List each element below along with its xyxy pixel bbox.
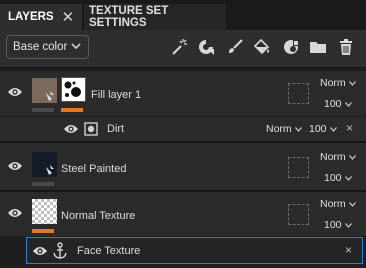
blend-mode-select[interactable]: Norm	[266, 123, 302, 135]
opacity-value: 100	[324, 172, 342, 184]
chevron-down-icon	[294, 126, 302, 132]
mask-color-tag	[61, 108, 83, 112]
opacity-value: 100	[324, 219, 342, 231]
channel-select-value: Base color	[13, 41, 68, 53]
opacity-value: 100	[324, 98, 342, 110]
paint-brush-icon[interactable]	[226, 38, 244, 56]
divider	[0, 67, 366, 68]
eye-icon[interactable]	[7, 160, 23, 172]
layer-options-placeholder	[288, 157, 309, 178]
layers-toolbar: Base color	[0, 30, 366, 67]
tab-texture-set-settings[interactable]: TEXTURE SET SETTINGS	[84, 4, 226, 30]
opacity-select[interactable]: 100	[324, 219, 352, 231]
folder-icon[interactable]	[309, 38, 327, 56]
effect-row-dirt[interactable]: Dirt Norm 100 ×	[0, 117, 366, 141]
magic-wand-icon[interactable]	[170, 38, 188, 56]
mask-thumbnail[interactable]	[61, 77, 86, 102]
chevron-down-icon	[344, 101, 352, 107]
close-icon[interactable]: ✕	[62, 10, 75, 25]
layer-color-tag	[32, 182, 54, 186]
opacity-select[interactable]: 100	[324, 98, 352, 110]
layer-name[interactable]: Steel Painted	[61, 163, 126, 175]
layer-row-normal-texture[interactable]: Normal Texture Norm 100	[0, 192, 366, 236]
remove-anchor-button[interactable]: ×	[345, 243, 352, 257]
blend-mode-select[interactable]: Norm	[320, 198, 356, 210]
blend-mode-label: Norm	[320, 198, 346, 210]
layer-row-steel-painted[interactable]: Steel Painted Norm 100	[0, 143, 366, 190]
layer-name[interactable]: Face Texture	[77, 245, 140, 257]
mask-icon[interactable]	[282, 38, 300, 56]
tab-layers-label: LAYERS	[8, 11, 54, 23]
chevron-down-icon	[344, 175, 352, 181]
paint-bucket-icon[interactable]	[253, 38, 271, 56]
blend-mode-select[interactable]: Norm	[320, 151, 356, 163]
blend-mode-select[interactable]: Norm	[320, 77, 356, 89]
eye-icon[interactable]	[7, 207, 23, 219]
opacity-value: 100	[309, 123, 327, 135]
layer-name[interactable]: Fill layer 1	[91, 89, 141, 101]
fill-effect-icon[interactable]	[197, 38, 215, 56]
channel-select[interactable]: Base color	[6, 35, 89, 59]
chevron-down-icon	[348, 201, 356, 207]
chevron-down-icon	[329, 126, 337, 132]
transparent-thumbnail	[32, 199, 57, 224]
effect-name[interactable]: Dirt	[107, 123, 124, 135]
chevron-down-icon	[71, 43, 81, 50]
tab-texture-set-settings-label: TEXTURE SET SETTINGS	[89, 5, 169, 29]
chevron-down-icon	[348, 154, 356, 160]
eye-icon[interactable]	[7, 86, 23, 98]
layer-row-fill-layer-1[interactable]: Fill layer 1 Norm 100	[0, 71, 366, 116]
trash-icon[interactable]	[337, 38, 355, 56]
chevron-down-icon	[344, 222, 352, 228]
opacity-select[interactable]: 100	[324, 172, 352, 184]
layer-color-tag	[32, 229, 54, 233]
layer-color-tag	[32, 108, 54, 112]
blend-mode-label: Norm	[320, 77, 346, 89]
layer-name[interactable]: Normal Texture	[61, 210, 135, 222]
blend-mode-label: Norm	[266, 123, 292, 135]
tab-bar: LAYERS ✕ TEXTURE SET SETTINGS	[0, 0, 366, 30]
eye-icon[interactable]	[63, 123, 79, 135]
layer-thumbnail	[32, 78, 57, 103]
generator-icon	[84, 122, 98, 136]
anchor-icon	[53, 242, 67, 259]
opacity-select[interactable]: 100	[309, 123, 337, 135]
tab-layers[interactable]: LAYERS ✕	[0, 4, 82, 30]
layer-thumbnail	[32, 152, 57, 177]
blend-mode-label: Norm	[320, 151, 346, 163]
layer-options-placeholder	[288, 83, 309, 104]
anchor-row-face-texture[interactable]: Face Texture ×	[26, 237, 363, 264]
eye-icon[interactable]	[32, 245, 48, 257]
chevron-down-icon	[348, 80, 356, 86]
layer-options-placeholder	[288, 204, 309, 225]
remove-effect-button[interactable]: ×	[346, 121, 353, 135]
